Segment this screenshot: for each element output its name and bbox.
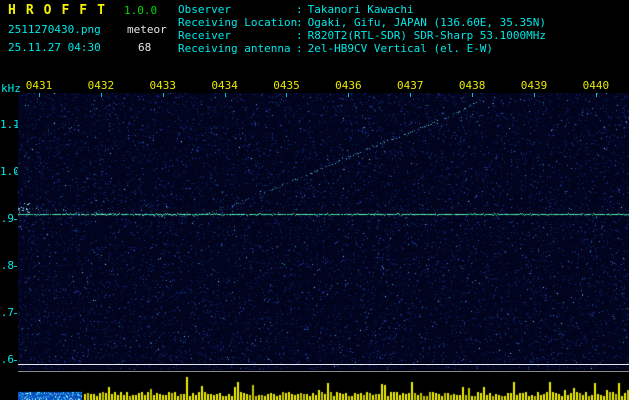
info-row: Receiver: R820T2(RTL-SDR) SDR-Sharp 53.10… <box>178 29 546 42</box>
info-label: Receiving antenna <box>178 42 291 55</box>
freq-tick <box>14 360 17 361</box>
time-tick <box>39 93 40 97</box>
freq-tick <box>14 266 17 267</box>
info-colon: : <box>296 3 303 16</box>
freq-tick-label: 1.1 <box>0 118 20 131</box>
time-tick <box>534 93 535 97</box>
time-tick <box>225 93 226 97</box>
time-tick <box>472 93 473 97</box>
freq-tick-label: .6 <box>0 353 14 366</box>
output-filename: 2511270430.png <box>8 23 101 36</box>
info-row: Receiving Location: Ogaki, Gifu, JAPAN (1… <box>178 16 546 29</box>
info-label: Receiver <box>178 29 231 42</box>
freq-tick <box>14 219 17 220</box>
freq-tick <box>14 172 17 173</box>
app-title: HROFFT <box>8 3 115 18</box>
time-tick-label: 0440 <box>582 79 610 92</box>
time-tick-label: 0438 <box>458 79 486 92</box>
spectrogram-canvas <box>18 93 629 370</box>
time-tick-label: 0433 <box>149 79 176 92</box>
time-tick-label: 0436 <box>335 79 362 92</box>
info-value: 2el-HB9CV Vertical (el. E-W) <box>307 42 494 55</box>
time-tick <box>596 93 597 97</box>
echo-count: 68 <box>138 41 152 54</box>
freq-tick-label: 1.0 <box>0 165 20 178</box>
observation-datetime: 25.11.27 04:30 <box>8 41 101 54</box>
info-colon: : <box>296 16 303 29</box>
time-tick <box>101 93 102 97</box>
freq-tick-label: .7 <box>0 306 14 319</box>
time-tick-label: 0435 <box>273 79 300 92</box>
info-row: Observer: Takanori Kawachi <box>178 3 546 16</box>
mode-label: meteor <box>127 23 167 36</box>
time-tick-label: 0432 <box>87 79 115 92</box>
info-value: Ogaki, Gifu, JAPAN (136.60E, 35.35N) <box>307 16 547 29</box>
time-tick-label: 0437 <box>396 79 424 92</box>
info-colon: : <box>296 42 303 55</box>
freq-tick <box>14 125 17 126</box>
info-colon: : <box>296 29 303 42</box>
app-version: 1.0.0 <box>124 4 158 17</box>
level-strip-canvas <box>18 374 629 400</box>
freq-tick-label: .8 <box>0 259 14 272</box>
info-value: R820T2(RTL-SDR) SDR-Sharp 53.1000MHz <box>307 29 547 42</box>
info-row: Receiving antenna:2el-HB9CV Vertical (el… <box>178 42 546 55</box>
time-tick-label: 0434 <box>211 79 238 92</box>
separator-line-upper <box>18 364 629 365</box>
info-value: Takanori Kawachi <box>307 3 414 16</box>
receiver-info: Observer: Takanori Kawachi Receiving Locat… <box>178 3 546 55</box>
hrofft-screen: HROFFT 1.0.0 2511270430.png meteor 25.11… <box>0 0 629 400</box>
time-tick <box>410 93 411 97</box>
freq-tick <box>14 313 17 314</box>
time-tick <box>163 93 164 97</box>
time-tick <box>348 93 349 97</box>
info-label: Observer <box>178 3 231 16</box>
separator-line-lower <box>18 371 629 372</box>
info-label: Receiving Location <box>178 16 298 29</box>
time-tick-label: 0431 <box>25 79 53 92</box>
time-tick <box>286 93 287 97</box>
freq-tick-label: .9 <box>0 212 14 225</box>
time-tick-label: 0439 <box>520 79 548 92</box>
